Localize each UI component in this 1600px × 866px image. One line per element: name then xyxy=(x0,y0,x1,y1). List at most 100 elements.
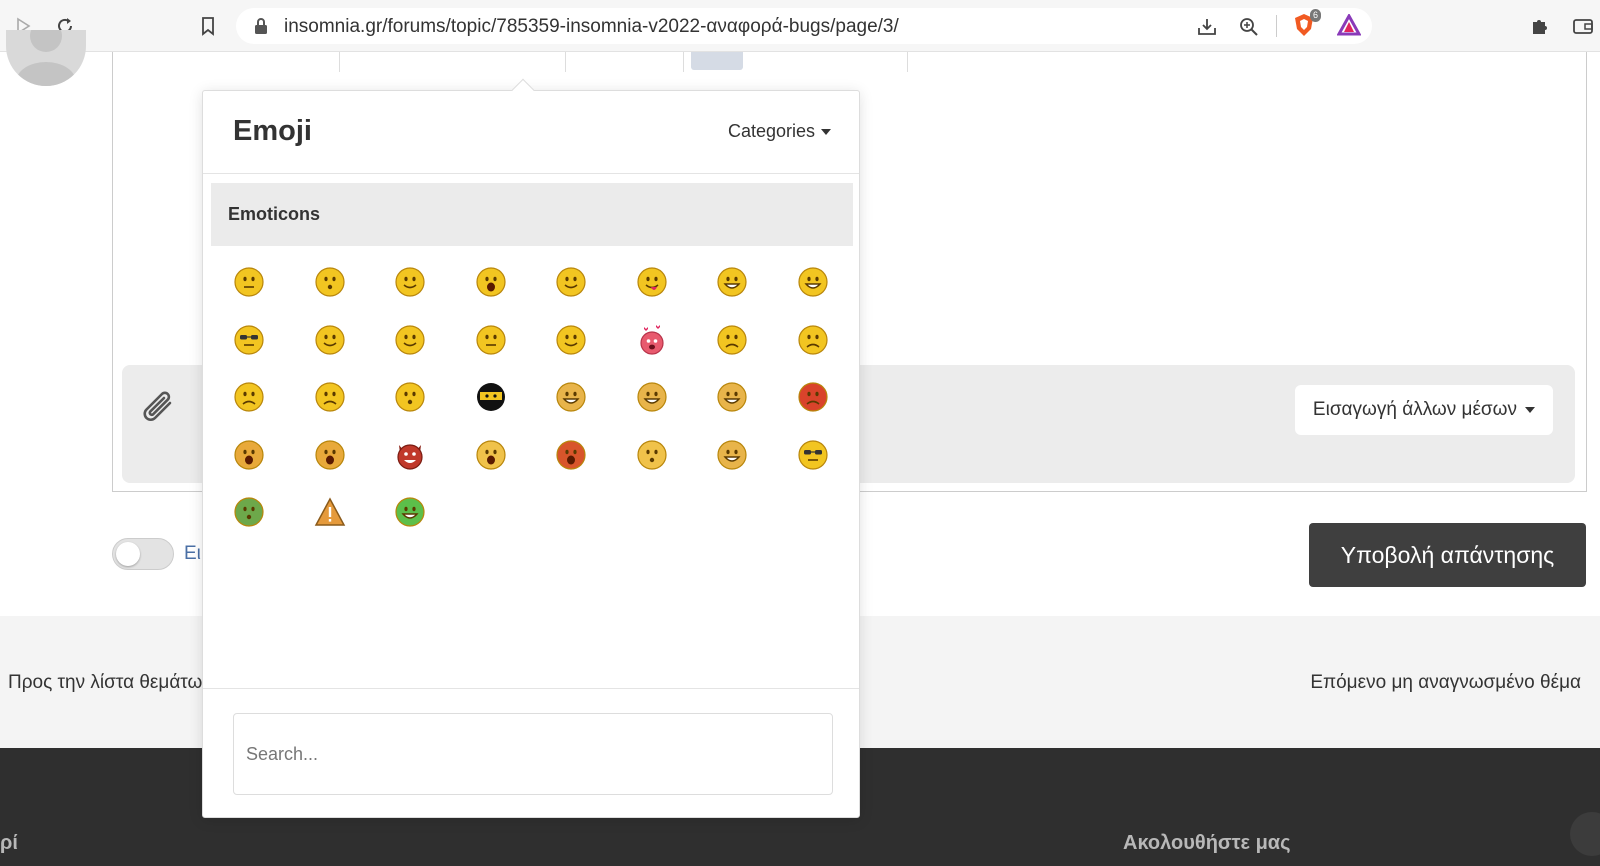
rolling-eyes-icon xyxy=(314,324,345,355)
emoji-smirk[interactable] xyxy=(475,324,507,356)
angry-icon xyxy=(717,324,747,355)
emoji-astonished[interactable] xyxy=(475,439,507,471)
worried-icon xyxy=(797,324,828,355)
scroll-to-top-button[interactable] xyxy=(1570,812,1600,856)
grinning-icon xyxy=(717,382,747,412)
shocked-icon xyxy=(475,267,506,297)
ninja-icon xyxy=(476,383,505,411)
frustrated-icon xyxy=(717,439,747,470)
toolbar-separator xyxy=(565,52,566,72)
astonished-icon xyxy=(475,439,506,470)
emoji-screaming[interactable] xyxy=(233,439,265,471)
smirk-icon xyxy=(475,324,506,355)
bookmark-icon[interactable] xyxy=(195,13,221,39)
follow-toggle-label: Ει xyxy=(184,543,201,564)
wink-icon xyxy=(556,267,586,297)
url-text: insomnia.gr/forums/topic/785359-insomnia… xyxy=(284,16,899,37)
brave-rewards-icon[interactable] xyxy=(1336,12,1362,38)
paperclip-icon xyxy=(140,387,180,436)
tongue-out-icon xyxy=(636,267,667,297)
emoji-confused[interactable] xyxy=(314,381,346,413)
nerd-icon xyxy=(797,439,828,470)
cool-icon xyxy=(234,324,264,355)
emoji-thinking[interactable] xyxy=(636,439,668,471)
emoji-in-love[interactable] xyxy=(636,324,668,356)
emoji-neutral-smile[interactable] xyxy=(233,266,265,298)
emoji-frustrated[interactable] xyxy=(716,439,748,471)
insert-other-media-button[interactable]: Εισαγωγή άλλων μέσων xyxy=(1294,385,1553,435)
emoji-happy[interactable] xyxy=(555,324,587,356)
confused-icon xyxy=(314,382,345,412)
emoji-surprised[interactable] xyxy=(314,266,346,298)
categories-dropdown[interactable]: Categories xyxy=(728,121,831,142)
crying-icon xyxy=(314,439,345,470)
extensions-icon[interactable] xyxy=(1527,13,1553,39)
install-app-icon[interactable] xyxy=(1194,14,1220,40)
in-love-icon xyxy=(639,324,664,355)
emoji-devil[interactable] xyxy=(394,439,426,471)
sad-teary-icon xyxy=(234,382,264,412)
emoji-picker-title: Emoji xyxy=(233,115,312,147)
big-grin-icon xyxy=(717,267,747,297)
emoji-rolling-eyes[interactable] xyxy=(314,324,346,356)
follow-toggle[interactable] xyxy=(112,538,174,570)
categories-label: Categories xyxy=(727,121,815,141)
warning-icon xyxy=(314,497,345,526)
emoji-big-grin[interactable] xyxy=(716,266,748,298)
browser-toolbar: insomnia.gr/forums/topic/785359-insomnia… xyxy=(0,0,1600,52)
nervous-grin-icon xyxy=(556,382,586,412)
emoji-nerd[interactable] xyxy=(797,439,829,471)
zoom-icon[interactable] xyxy=(1236,14,1262,40)
emoji-section-header: Emoticons xyxy=(211,183,853,246)
thinking-icon xyxy=(636,439,667,470)
emoji-shocked[interactable] xyxy=(475,266,507,298)
footer-heading-left: ρί xyxy=(0,832,18,854)
caret-down-icon xyxy=(1525,407,1535,413)
emoji-ninja[interactable] xyxy=(475,381,507,413)
lock-icon xyxy=(254,17,268,40)
next-unread-topic-link[interactable]: Επόμενο μη αναγνωσμένο θέμα xyxy=(1310,672,1581,694)
emoji-worried[interactable] xyxy=(797,324,829,356)
emoji-laughing[interactable] xyxy=(797,266,829,298)
wallet-icon[interactable] xyxy=(1570,13,1596,39)
emoji-relieved[interactable] xyxy=(394,324,426,356)
emoji-sick[interactable] xyxy=(233,496,265,528)
toolbar-separator xyxy=(339,52,340,72)
emoji-cool[interactable] xyxy=(233,324,265,356)
emoji-search-input[interactable] xyxy=(233,713,833,795)
brave-shields-icon[interactable]: 6 xyxy=(1291,9,1321,38)
emoji-section-title: Emoticons xyxy=(228,204,321,224)
emoji-warning[interactable] xyxy=(314,496,346,528)
emoji-tongue-out[interactable] xyxy=(636,266,668,298)
devil-icon xyxy=(397,443,423,470)
divider xyxy=(203,688,859,689)
dizzy-icon xyxy=(395,382,425,412)
emoji-nervous-grin[interactable] xyxy=(555,381,587,413)
toolbar-separator xyxy=(907,52,908,72)
toolbar-separator xyxy=(683,52,684,72)
emoji-picker: Emoji Categories Emoticons xyxy=(202,78,860,818)
relieved-icon xyxy=(395,324,425,355)
emoji-yelling[interactable] xyxy=(555,439,587,471)
toolbar-active-button[interactable] xyxy=(691,52,743,70)
grimace-icon xyxy=(636,382,667,412)
emoji-grinning[interactable] xyxy=(716,381,748,413)
emoji-crying[interactable] xyxy=(314,439,346,471)
emoji-sad-teary[interactable] xyxy=(233,381,265,413)
surprised-icon xyxy=(314,267,345,297)
sick-icon xyxy=(234,497,264,527)
emoji-grimace[interactable] xyxy=(636,381,668,413)
emoji-dizzy[interactable] xyxy=(394,381,426,413)
emoji-angry[interactable] xyxy=(716,324,748,356)
back-to-topics-link[interactable]: Προς την λίστα θεμάτων xyxy=(8,672,212,694)
address-bar[interactable]: insomnia.gr/forums/topic/785359-insomnia… xyxy=(236,8,1372,44)
emoji-green-grin[interactable] xyxy=(394,496,426,528)
emoji-wink[interactable] xyxy=(555,266,587,298)
content-icon xyxy=(395,267,425,297)
emoji-furious[interactable] xyxy=(797,381,829,413)
caret-down-icon xyxy=(821,128,831,135)
emoji-content[interactable] xyxy=(394,266,426,298)
submit-reply-button[interactable]: Υποβολή απάντησης xyxy=(1309,523,1586,587)
happy-icon xyxy=(556,324,586,355)
laughing-icon xyxy=(797,267,828,297)
